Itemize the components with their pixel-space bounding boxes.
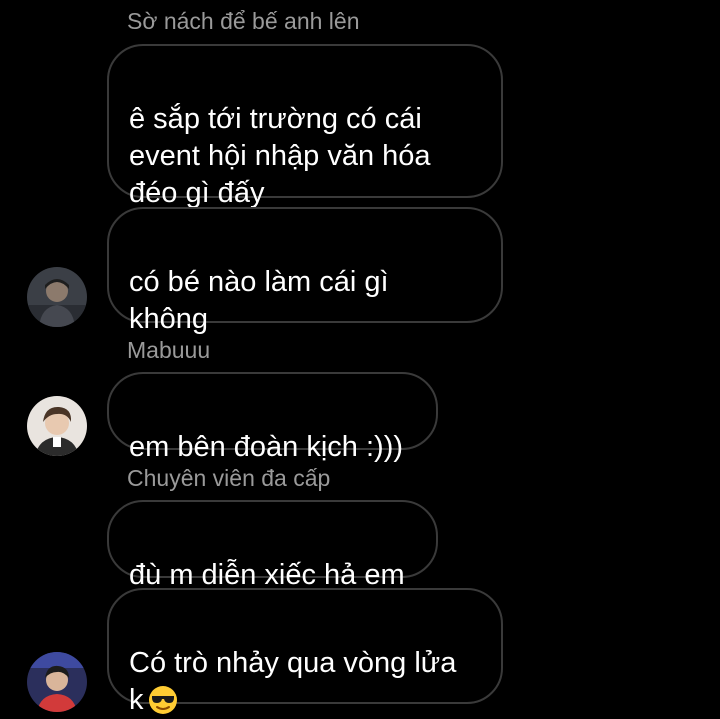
message-text: có bé nào làm cái gì không <box>129 266 389 335</box>
message-bubble[interactable]: đù m diễn xiếc hả em <box>107 500 438 591</box>
message-bubble[interactable]: ê sắp tới trường có cái event hội nhập v… <box>107 44 503 209</box>
sender-name: Mabuuu <box>127 337 211 363</box>
message-text: em bên đoàn kịch :))) <box>129 431 404 463</box>
avatar[interactable] <box>27 396 87 456</box>
message-text: Có trò nhảy qua vòng lửa k <box>129 647 457 716</box>
message-bubble[interactable]: có bé nào làm cái gì không <box>107 207 503 335</box>
avatar-user-3-icon <box>27 652 87 712</box>
message-text: ê sắp tới trường có cái event hội nhập v… <box>129 103 431 209</box>
message-text: đù m diễn xiếc hả em <box>129 559 405 591</box>
message-bubble[interactable]: em bên đoàn kịch :))) <box>107 372 438 463</box>
message-bubble[interactable]: Có trò nhảy qua vòng lửa k <box>107 588 503 716</box>
sender-name: Chuyên viên đa cấp <box>127 465 331 491</box>
avatar[interactable] <box>27 652 87 712</box>
smiling-face-with-sunglasses-emoji <box>148 686 177 714</box>
avatar-user-1-icon <box>27 267 87 327</box>
avatar-user-2-icon <box>27 396 87 456</box>
avatar[interactable] <box>27 267 87 327</box>
sender-name: Sờ nách để bế anh lên <box>127 8 360 34</box>
